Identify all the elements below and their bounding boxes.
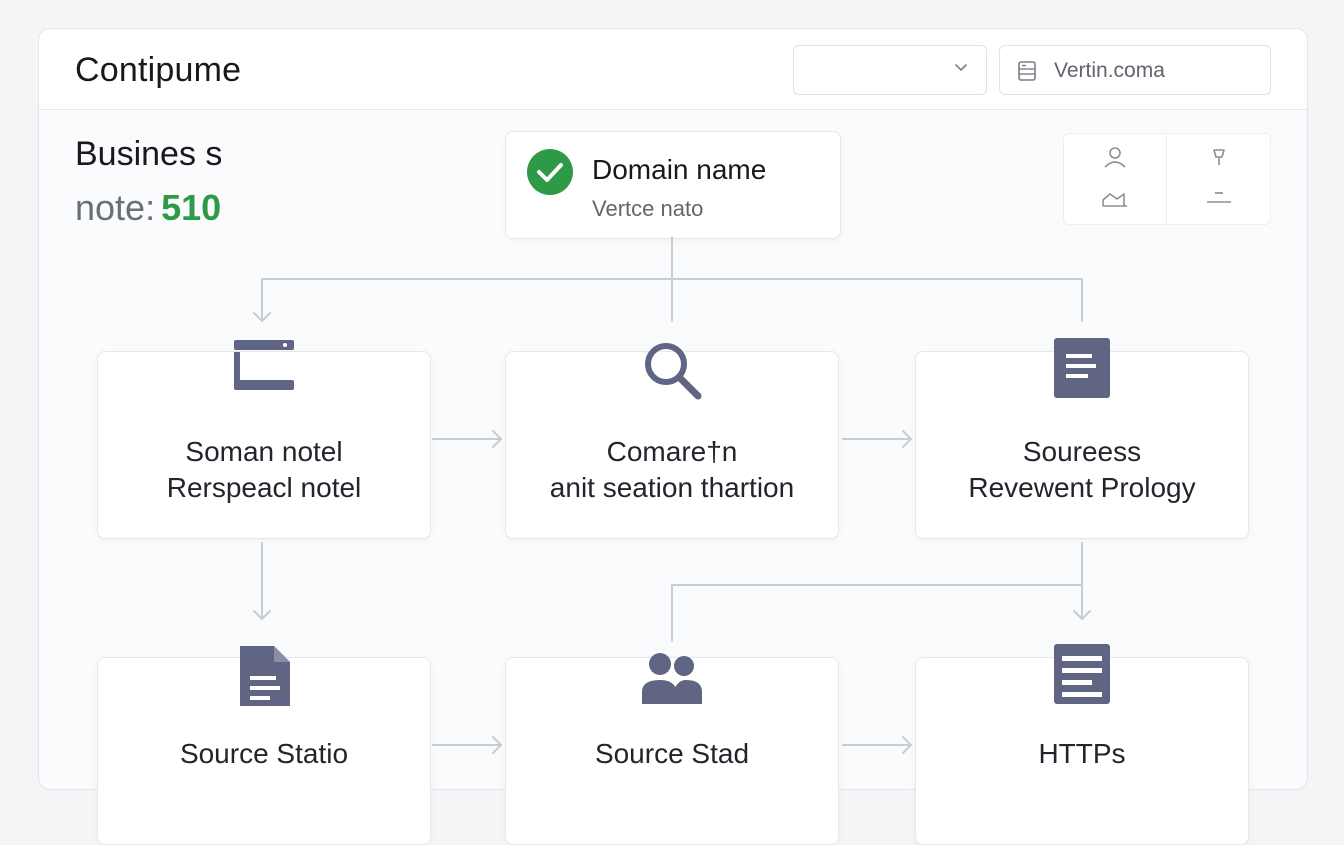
node-users[interactable]: Source Stad (505, 653, 839, 845)
node-server[interactable]: Soman notel Rerspeacl notel (97, 340, 431, 539)
users-icon (642, 653, 702, 704)
node-document[interactable]: Soureess Revewent Prology (915, 338, 1249, 539)
node-label-1: Source Stad (594, 738, 750, 769)
node-label-2: Revewent Prology (968, 472, 1196, 503)
node-label-2: Rerspeacl notel (166, 472, 362, 503)
node-label-1: Comare†n (606, 436, 738, 467)
server-icon (234, 340, 294, 390)
node-label-1: Soman notel (185, 436, 343, 467)
node-file[interactable]: Source Statio (97, 646, 431, 845)
search-icon (645, 343, 702, 400)
node-search[interactable]: Comare†n anit seation thartion (505, 343, 839, 539)
node-label-1: Source Statio (179, 738, 349, 769)
main-panel: Contipume Vertin.coma Busines s note: 510… (38, 28, 1308, 845)
node-label-1: Soureess (1022, 436, 1142, 467)
node-label-2: anit seation thartion (549, 472, 795, 503)
document-icon (1054, 338, 1110, 398)
node-label-1: HTTPs (1038, 738, 1126, 769)
list-icon (1054, 644, 1110, 704)
node-list[interactable]: HTTPs (915, 644, 1249, 845)
file-icon (240, 646, 290, 706)
